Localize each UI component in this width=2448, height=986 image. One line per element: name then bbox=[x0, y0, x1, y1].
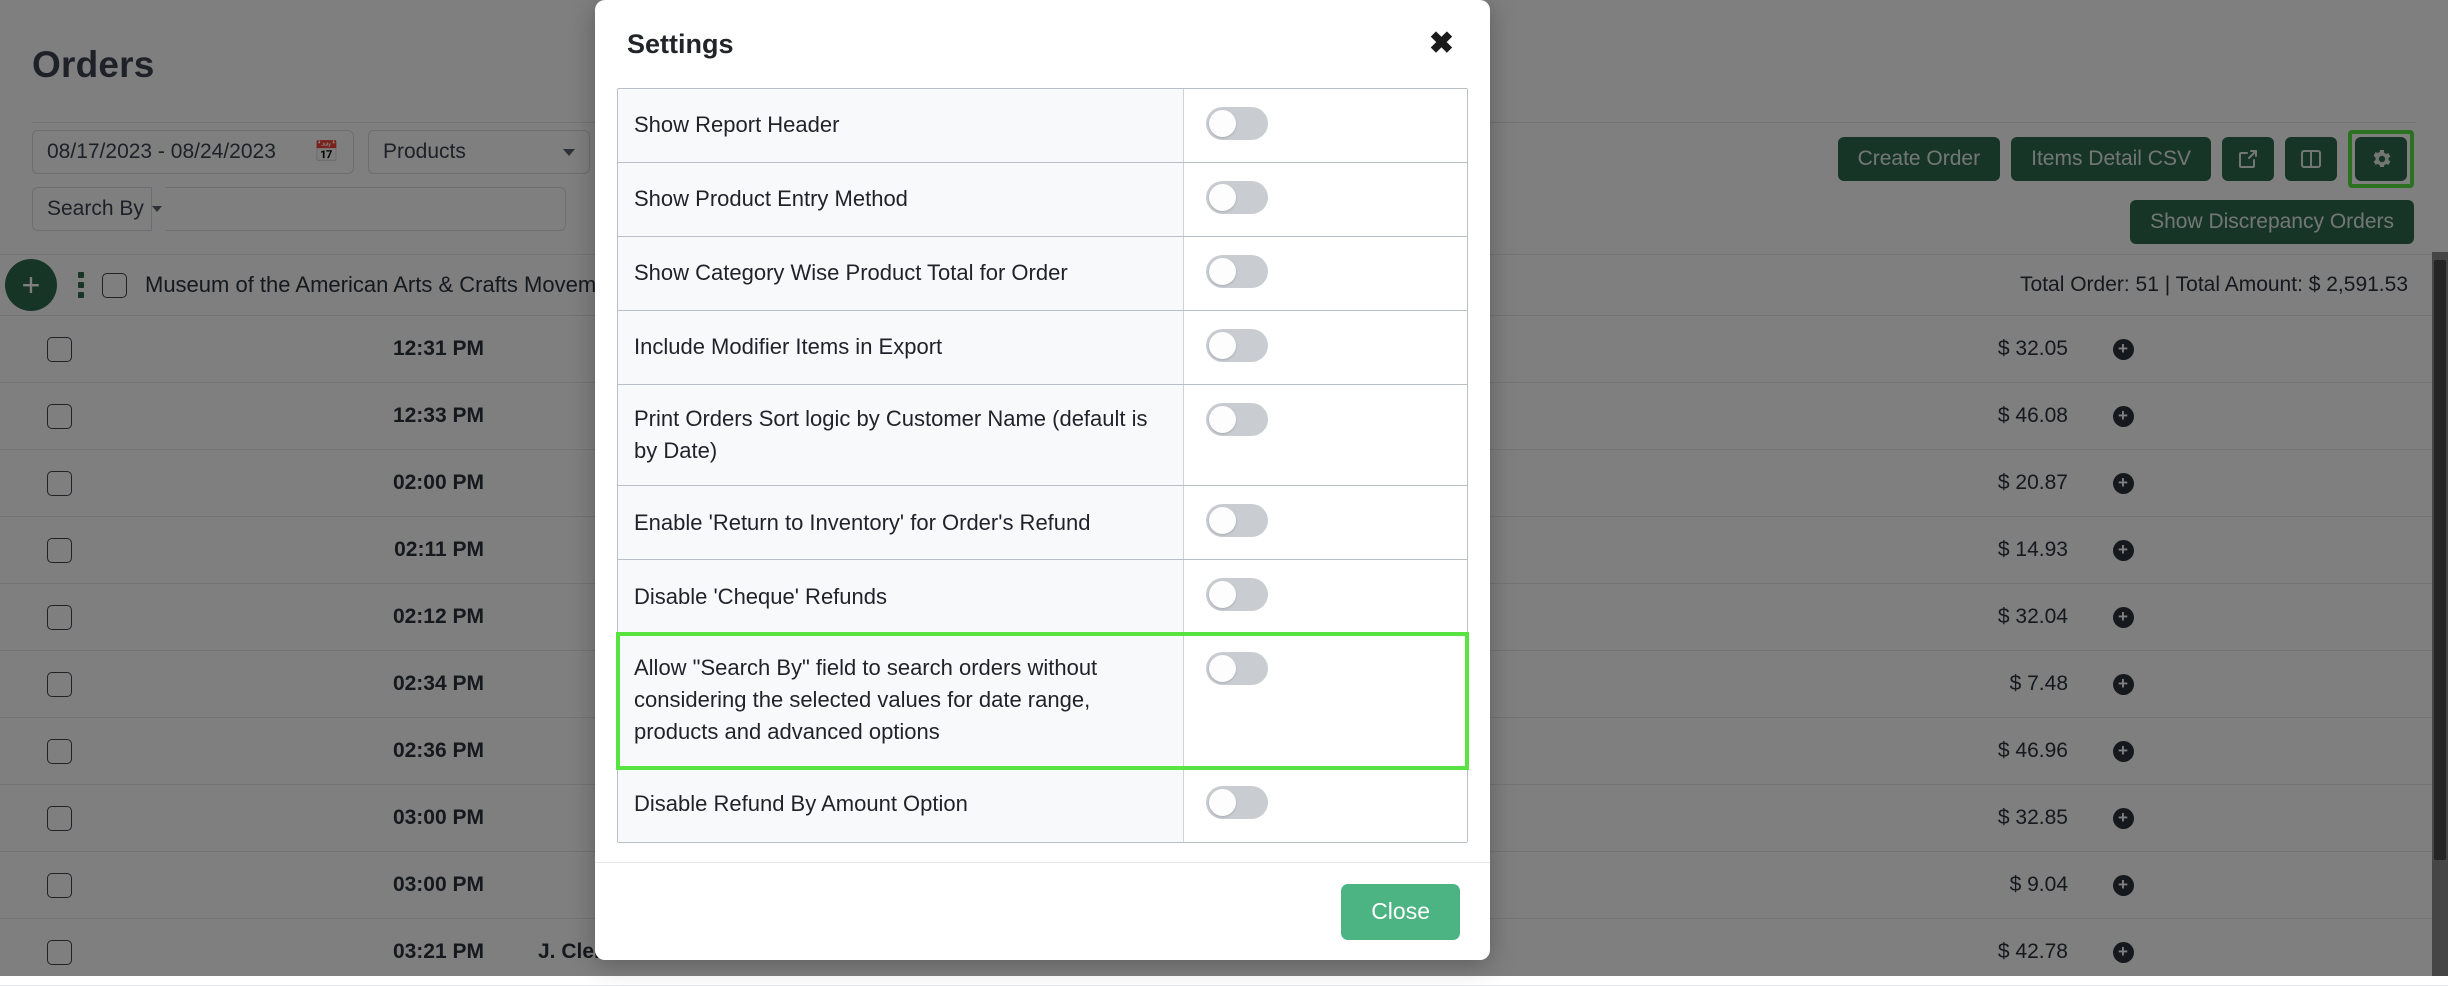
settings-row-toggle-cell bbox=[1184, 311, 1467, 384]
settings-row-label: Print Orders Sort logic by Customer Name… bbox=[618, 385, 1184, 485]
settings-row-toggle-cell bbox=[1184, 237, 1467, 310]
settings-toggle-switch[interactable] bbox=[1206, 403, 1268, 436]
toggle-knob bbox=[1209, 789, 1236, 816]
settings-row-label: Include Modifier Items in Export bbox=[618, 311, 1184, 384]
toggle-knob bbox=[1209, 507, 1236, 534]
settings-row[interactable]: Show Product Entry Method bbox=[618, 163, 1467, 237]
settings-modal-header: Settings ✖ bbox=[595, 0, 1490, 88]
settings-modal: Settings ✖ Show Report HeaderShow Produc… bbox=[595, 0, 1490, 960]
settings-list: Show Report HeaderShow Product Entry Met… bbox=[617, 88, 1468, 843]
settings-row[interactable]: Allow "Search By" field to search orders… bbox=[618, 634, 1467, 767]
settings-row-label: Disable 'Cheque' Refunds bbox=[618, 560, 1184, 633]
settings-row[interactable]: Disable 'Cheque' Refunds bbox=[618, 560, 1467, 634]
settings-toggle-switch[interactable] bbox=[1206, 504, 1268, 537]
settings-row-toggle-cell bbox=[1184, 768, 1467, 842]
settings-modal-title: Settings bbox=[627, 29, 734, 60]
settings-toggle-switch[interactable] bbox=[1206, 255, 1268, 288]
toggle-knob bbox=[1209, 110, 1236, 137]
toggle-knob bbox=[1209, 184, 1236, 211]
close-icon[interactable]: ✖ bbox=[1423, 25, 1460, 63]
toggle-knob bbox=[1209, 332, 1236, 359]
toggle-knob bbox=[1209, 655, 1236, 682]
settings-row-label: Enable 'Return to Inventory' for Order's… bbox=[618, 486, 1184, 559]
settings-row-toggle-cell bbox=[1184, 560, 1467, 633]
settings-row-toggle-cell bbox=[1184, 486, 1467, 559]
settings-row-label: Show Product Entry Method bbox=[618, 163, 1184, 236]
settings-row-label: Show Report Header bbox=[618, 89, 1184, 162]
toggle-knob bbox=[1209, 258, 1236, 285]
settings-row[interactable]: Disable Refund By Amount Option bbox=[618, 768, 1467, 842]
settings-row-label: Allow "Search By" field to search orders… bbox=[618, 634, 1184, 766]
settings-row-toggle-cell bbox=[1184, 89, 1467, 162]
settings-row[interactable]: Show Category Wise Product Total for Ord… bbox=[618, 237, 1467, 311]
settings-toggle-switch[interactable] bbox=[1206, 107, 1268, 140]
settings-modal-footer: Close bbox=[595, 862, 1490, 960]
close-button[interactable]: Close bbox=[1341, 884, 1460, 940]
settings-row-toggle-cell bbox=[1184, 634, 1467, 766]
settings-row[interactable]: Print Orders Sort logic by Customer Name… bbox=[618, 385, 1467, 486]
settings-toggle-switch[interactable] bbox=[1206, 786, 1268, 819]
toggle-knob bbox=[1209, 406, 1236, 433]
settings-row[interactable]: Show Report Header bbox=[618, 89, 1467, 163]
settings-row[interactable]: Include Modifier Items in Export bbox=[618, 311, 1467, 385]
toggle-knob bbox=[1209, 581, 1236, 608]
settings-row-toggle-cell bbox=[1184, 163, 1467, 236]
settings-toggle-switch[interactable] bbox=[1206, 652, 1268, 685]
settings-row-toggle-cell bbox=[1184, 385, 1467, 485]
settings-modal-body: Show Report HeaderShow Product Entry Met… bbox=[595, 88, 1490, 862]
settings-row-label: Show Category Wise Product Total for Ord… bbox=[618, 237, 1184, 310]
settings-toggle-switch[interactable] bbox=[1206, 181, 1268, 214]
settings-toggle-switch[interactable] bbox=[1206, 329, 1268, 362]
settings-row-label: Disable Refund By Amount Option bbox=[618, 768, 1184, 842]
settings-row[interactable]: Enable 'Return to Inventory' for Order's… bbox=[618, 486, 1467, 560]
settings-toggle-switch[interactable] bbox=[1206, 578, 1268, 611]
